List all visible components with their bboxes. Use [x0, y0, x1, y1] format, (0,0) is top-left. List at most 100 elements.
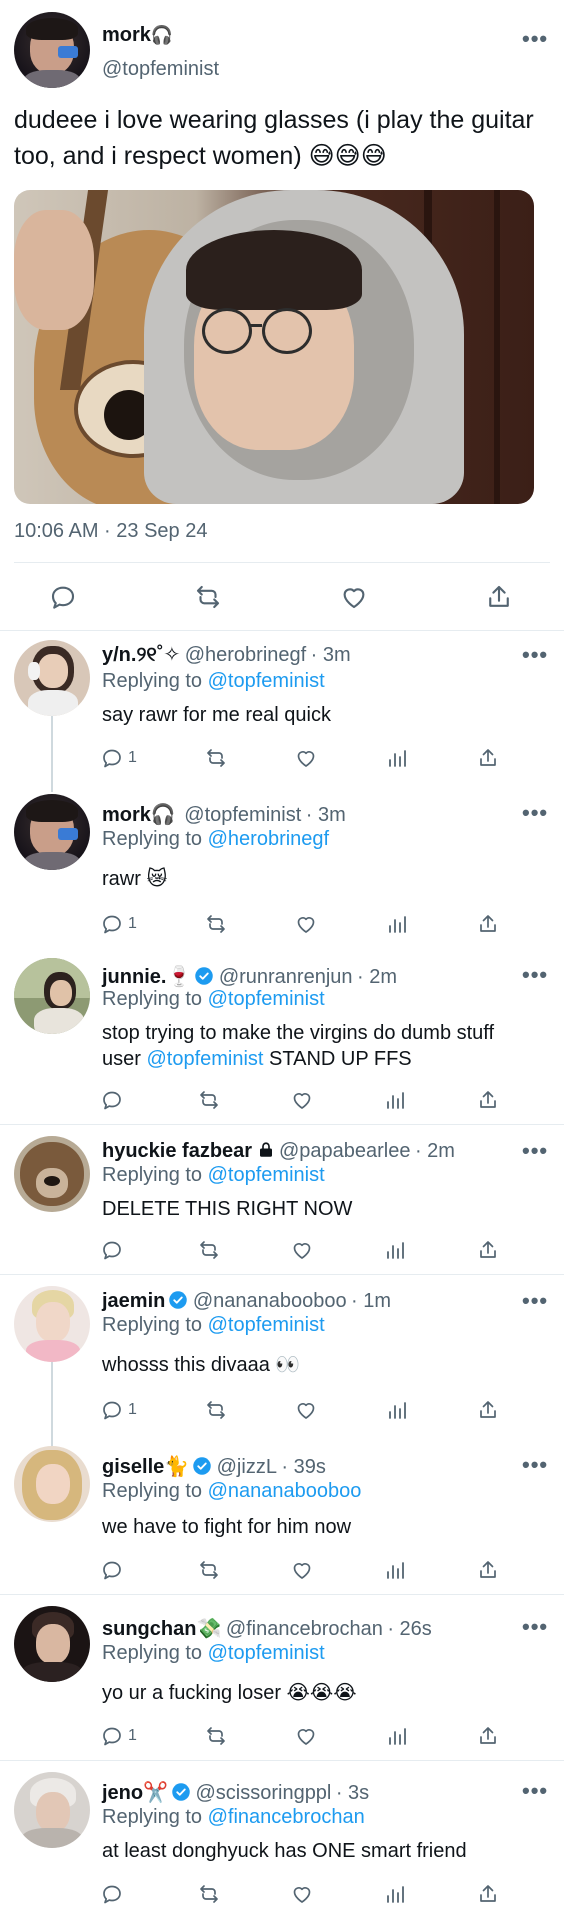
views-icon[interactable] — [385, 1398, 409, 1422]
reply-time[interactable]: · 2m — [357, 966, 397, 988]
more-options-icon[interactable]: ••• — [522, 1614, 548, 1640]
share-icon[interactable] — [476, 912, 500, 936]
reply-author-name[interactable]: giselle🐈 — [102, 1456, 189, 1478]
reply-author-name[interactable]: jeno✂️ — [102, 1782, 168, 1804]
retweet-icon[interactable] — [197, 1088, 221, 1112]
like-icon[interactable] — [290, 1882, 314, 1906]
reply-avatar[interactable] — [14, 1286, 90, 1362]
reply-author-handle[interactable]: @financebrochan — [226, 1618, 383, 1640]
views-icon[interactable] — [385, 746, 409, 770]
reply-time[interactable]: · 3m — [311, 644, 351, 666]
share-icon[interactable] — [476, 1398, 500, 1422]
replying-to-link[interactable]: @topfeminist — [208, 1164, 325, 1186]
reply-time[interactable]: · 1m — [351, 1290, 391, 1312]
retweet-icon[interactable] — [193, 582, 223, 612]
more-options-icon[interactable]: ••• — [522, 1138, 548, 1164]
reply-author-name[interactable]: junnie.🍷 — [102, 966, 191, 988]
reply-avatar[interactable] — [14, 1136, 90, 1212]
like-icon[interactable] — [290, 1558, 314, 1582]
reply-avatar[interactable] — [14, 958, 90, 1034]
reply-avatar[interactable] — [14, 640, 90, 716]
more-options-icon[interactable]: ••• — [522, 26, 548, 52]
views-icon[interactable] — [383, 1238, 407, 1262]
more-options-icon[interactable]: ••• — [522, 1288, 548, 1314]
reply-avatar[interactable] — [14, 794, 90, 870]
views-icon[interactable] — [385, 1724, 409, 1748]
retweet-icon[interactable] — [204, 746, 228, 770]
retweet-icon[interactable] — [197, 1882, 221, 1906]
tweet-timestamp[interactable]: 10:06 AM · 23 Sep 24 — [14, 520, 207, 543]
author-avatar[interactable] — [14, 12, 90, 88]
like-icon[interactable] — [294, 1398, 318, 1422]
more-options-icon[interactable]: ••• — [522, 962, 548, 988]
reply-avatar[interactable] — [14, 1606, 90, 1682]
more-options-icon[interactable]: ••• — [522, 1452, 548, 1478]
share-icon[interactable] — [476, 746, 500, 770]
share-icon[interactable] — [484, 582, 514, 612]
replying-to-link[interactable]: @topfeminist — [208, 1314, 325, 1336]
views-icon[interactable] — [383, 1558, 407, 1582]
reply-author-handle[interactable]: @scissoringppl — [195, 1782, 331, 1804]
reply-author-name[interactable]: sungchan💸 — [102, 1618, 221, 1640]
reply-author-name[interactable]: y/n.୨୧˚✧ — [102, 644, 180, 666]
retweet-icon[interactable] — [204, 1398, 228, 1422]
replying-to-link[interactable]: @topfeminist — [208, 988, 325, 1010]
retweet-icon[interactable] — [197, 1238, 221, 1262]
reply-time[interactable]: · 2m — [415, 1140, 455, 1162]
reply-button[interactable]: 1 — [100, 1724, 137, 1748]
replying-to-link[interactable]: @financebrochan — [208, 1806, 365, 1828]
reply-author-handle[interactable]: @topfeminist — [184, 804, 301, 826]
reply-time[interactable]: · 39s — [281, 1456, 325, 1478]
share-icon[interactable] — [476, 1882, 500, 1906]
reply-button[interactable]: 1 — [100, 746, 137, 770]
reply-author-handle[interactable]: @herobrinegf — [185, 644, 306, 666]
share-icon[interactable] — [476, 1724, 500, 1748]
reply-button[interactable]: 1 — [100, 912, 137, 936]
share-icon[interactable] — [476, 1238, 500, 1262]
reply-avatar[interactable] — [14, 1772, 90, 1848]
reply-button[interactable] — [100, 1558, 128, 1582]
reply-author-name[interactable]: mork🎧 — [102, 804, 176, 826]
reply-time[interactable]: · 26s — [387, 1618, 431, 1640]
replying-to-link[interactable]: @nananabooboo — [208, 1480, 362, 1502]
more-options-icon[interactable]: ••• — [522, 642, 548, 668]
reply-author-handle[interactable]: @nananabooboo — [193, 1290, 347, 1312]
like-icon[interactable] — [294, 1724, 318, 1748]
retweet-icon[interactable] — [197, 1558, 221, 1582]
more-options-icon[interactable]: ••• — [522, 800, 548, 826]
reply-icon[interactable] — [48, 582, 78, 612]
like-icon[interactable] — [294, 912, 318, 936]
author-name[interactable]: mork — [102, 24, 151, 46]
like-icon[interactable] — [294, 746, 318, 770]
author-name-row[interactable]: mork🎧 — [102, 24, 173, 47]
reply-author-name[interactable]: hyuckie fazbear — [102, 1140, 252, 1162]
views-icon[interactable] — [385, 912, 409, 936]
retweet-icon[interactable] — [204, 1724, 228, 1748]
tweet-photo[interactable] — [14, 190, 534, 504]
retweet-icon[interactable] — [204, 912, 228, 936]
views-icon[interactable] — [383, 1882, 407, 1906]
reply-author-handle[interactable]: @papabearlee — [279, 1140, 411, 1162]
mention-link[interactable]: @topfeminist — [146, 1048, 263, 1070]
share-icon[interactable] — [476, 1088, 500, 1112]
like-icon[interactable] — [290, 1238, 314, 1262]
reply-button[interactable] — [100, 1238, 128, 1262]
replying-to-link[interactable]: @topfeminist — [208, 1642, 325, 1664]
replying-to-link[interactable]: @topfeminist — [208, 670, 325, 692]
more-options-icon[interactable]: ••• — [522, 1778, 548, 1804]
views-icon[interactable] — [383, 1088, 407, 1112]
reply-author-name[interactable]: jaemin — [102, 1290, 165, 1312]
reply-avatar[interactable] — [14, 1446, 90, 1522]
reply-button[interactable] — [100, 1882, 128, 1906]
reply-time[interactable]: · 3s — [336, 1782, 369, 1804]
share-icon[interactable] — [476, 1558, 500, 1582]
author-handle[interactable]: @topfeminist — [102, 58, 219, 81]
like-icon[interactable] — [290, 1088, 314, 1112]
reply-author-handle[interactable]: @jizzL — [217, 1456, 277, 1478]
like-icon[interactable] — [339, 582, 369, 612]
reply-button[interactable]: 1 — [100, 1398, 137, 1422]
replying-to-link[interactable]: @herobrinegf — [208, 828, 329, 850]
reply-time[interactable]: · 3m — [306, 804, 346, 826]
reply-author-handle[interactable]: @runranrenjun — [219, 966, 353, 988]
reply-button[interactable] — [100, 1088, 128, 1112]
